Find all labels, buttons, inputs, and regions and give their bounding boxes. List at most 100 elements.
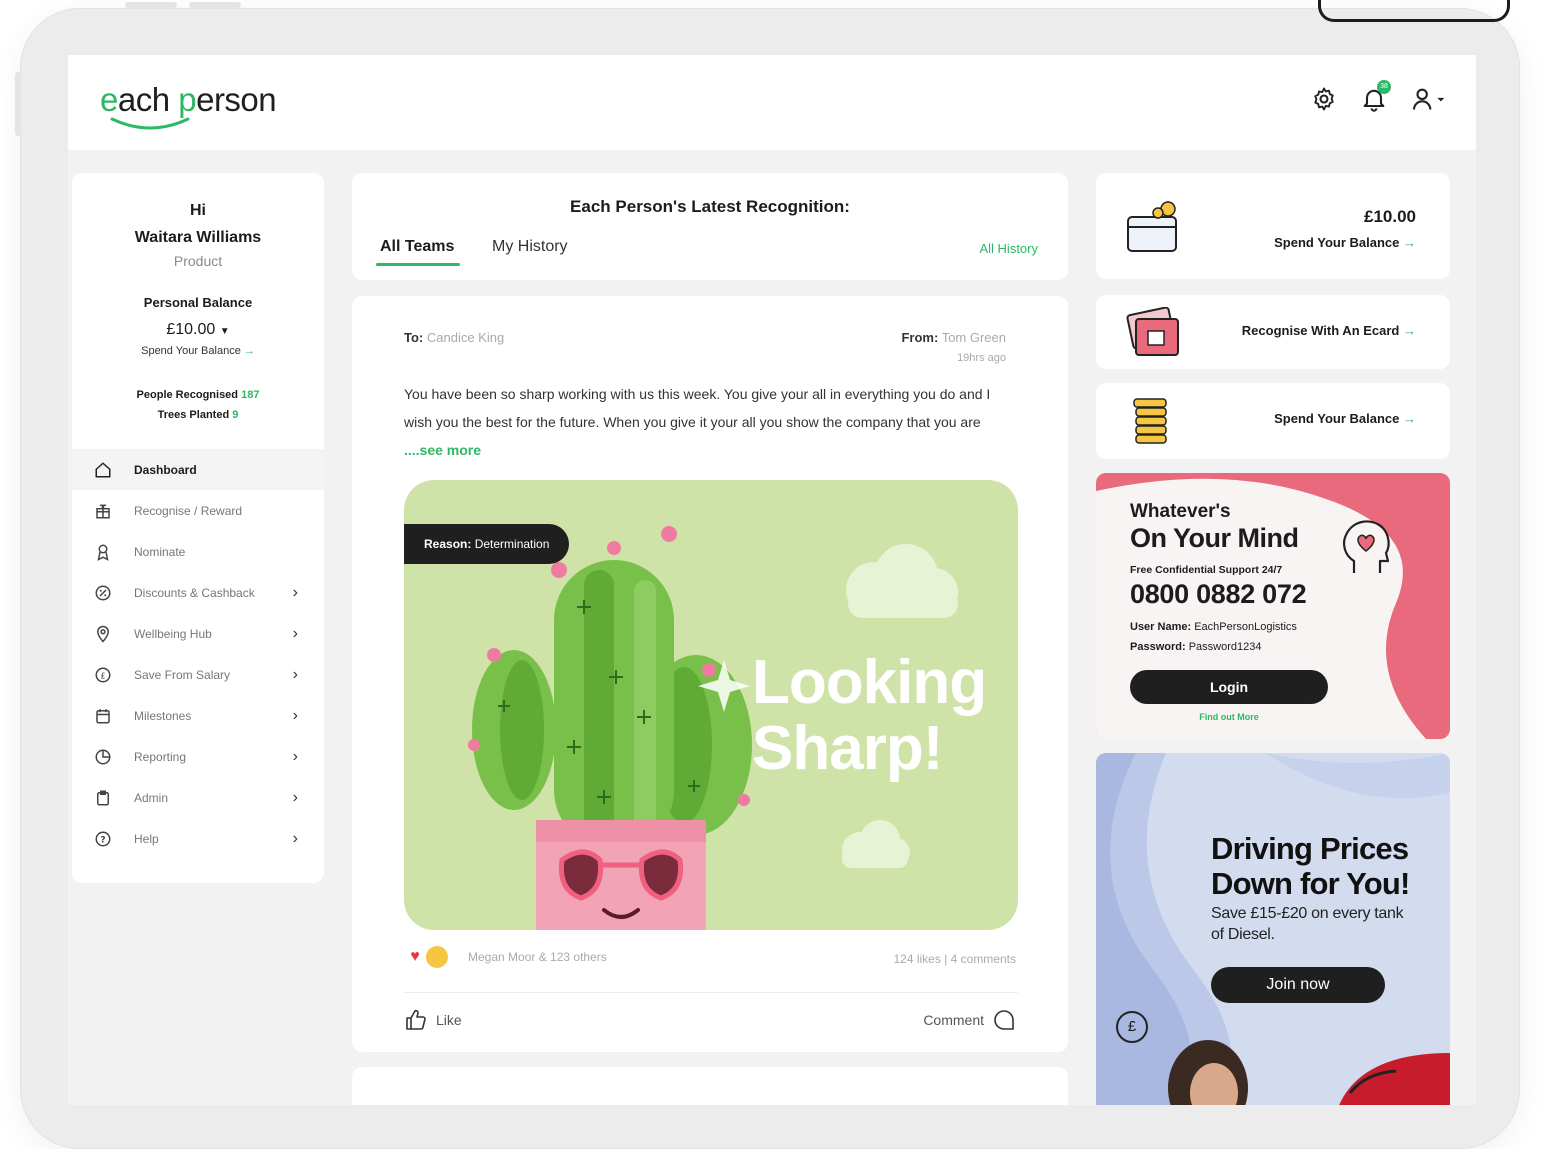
device-side-button <box>15 72 21 136</box>
balance-card[interactable]: £10.00 Spend Your Balance → <box>1096 173 1450 279</box>
wellbeing-login-button[interactable]: Login <box>1130 670 1328 704</box>
clipboard-icon <box>94 789 112 807</box>
logo-swoosh-icon <box>110 117 190 130</box>
reaction-names: Megan Moor & 123 others <box>468 950 607 964</box>
promo-title-line1: Driving Prices <box>1211 831 1409 866</box>
wellbeing-username: User Name: EachPersonLogistics <box>1130 621 1297 633</box>
like-button[interactable]: Like <box>404 1008 462 1032</box>
arrow-right-icon: → <box>1403 411 1416 426</box>
wellbeing-phone[interactable]: 0800 0882 072 <box>1130 579 1307 610</box>
svg-text:£: £ <box>100 670 105 680</box>
spend-balance-link-2[interactable]: Spend Your Balance → <box>1274 411 1416 426</box>
nav-item-reporting[interactable]: Reporting › <box>72 736 324 777</box>
nav-item-save-from-salary[interactable]: £ Save From Salary › <box>72 654 324 695</box>
chevron-right-icon: › <box>292 584 298 601</box>
trees-planted-value: 9 <box>232 409 239 421</box>
spend-balance-link[interactable]: Spend Your Balance → <box>1274 235 1416 250</box>
nav-label: Dashboard <box>134 462 197 477</box>
caret-down-icon: ▼ <box>219 326 230 337</box>
spend-balance-link[interactable]: Spend Your Balance → <box>72 345 324 357</box>
nav-item-admin[interactable]: Admin › <box>72 777 324 818</box>
nav-label: Milestones <box>134 708 192 723</box>
recognise-ecard-link[interactable]: Recognise With An Ecard → <box>1242 323 1416 338</box>
password-value: Password1234 <box>1188 641 1262 653</box>
settings-gear-icon[interactable] <box>1310 85 1338 113</box>
ecard-headline: Looking Sharp! <box>752 650 987 782</box>
profile-stats: People Recognised 187 Trees Planted 9 <box>72 385 324 425</box>
location-icon <box>94 625 112 643</box>
post-reactions[interactable]: ♥ Megan Moor & 123 others <box>404 946 607 968</box>
svg-text:?: ? <box>100 835 105 845</box>
chevron-right-icon: › <box>292 830 298 847</box>
help-icon: ? <box>94 830 112 848</box>
from-name[interactable]: Tom Green <box>942 330 1006 345</box>
feed-title: Each Person's Latest Recognition: <box>570 197 850 216</box>
nav-label: Reporting <box>134 749 187 764</box>
discount-icon <box>94 584 112 602</box>
tab-all-teams[interactable]: All Teams <box>380 238 454 256</box>
nav-label: Save From Salary <box>134 667 231 682</box>
ecard-card[interactable]: Recognise With An Ecard → <box>1096 295 1450 369</box>
pie-chart-icon <box>94 748 112 766</box>
comment-label: Comment <box>923 1012 984 1028</box>
logo[interactable]: each person <box>100 81 277 119</box>
promo-title: Driving Prices Down for You! <box>1211 831 1410 901</box>
spend-card[interactable]: Spend Your Balance → <box>1096 383 1450 459</box>
next-post-card <box>352 1067 1068 1105</box>
chevron-right-icon: › <box>292 666 298 683</box>
to-name[interactable]: Candice King <box>427 330 504 345</box>
nav-item-milestones[interactable]: Milestones › <box>72 695 324 736</box>
balance-amount-dropdown[interactable]: £10.00 ▼ <box>72 321 324 339</box>
nav-label: Nominate <box>134 544 186 559</box>
award-icon <box>94 543 112 561</box>
post-message: You have been so sharp working with us t… <box>404 380 1016 464</box>
spend-balance-label: Spend Your Balance <box>141 345 241 357</box>
chevron-right-icon: › <box>292 789 298 806</box>
nav-item-discounts-cashback[interactable]: Discounts & Cashback › <box>72 572 324 613</box>
top-bar: each person 38 <box>68 55 1476 150</box>
side-nav: Dashboard Recognise / Reward Nominate Di… <box>72 449 324 859</box>
nav-item-dashboard[interactable]: Dashboard <box>72 449 324 490</box>
from-label: From: <box>901 330 939 345</box>
nav-item-wellbeing-hub[interactable]: Wellbeing Hub › <box>72 613 324 654</box>
pound-icon: £ <box>94 666 112 684</box>
join-now-button[interactable]: Join now <box>1211 967 1385 1003</box>
logo-text-a: ach <box>117 81 179 118</box>
find-out-more-link[interactable]: Find out More <box>1130 712 1328 722</box>
username-value: EachPersonLogistics <box>1194 621 1297 633</box>
active-tab-indicator <box>376 263 460 266</box>
coin-stack-icon <box>1133 398 1167 444</box>
device-corner-shape <box>1318 0 1510 22</box>
smile-reaction-icon <box>426 946 448 968</box>
to-label: To: <box>404 330 424 345</box>
user-account-icon[interactable] <box>1410 85 1446 113</box>
comment-bubble-icon <box>994 1010 1014 1030</box>
balance-amount: £10.00 <box>1364 207 1416 226</box>
comment-button[interactable]: Comment <box>923 1008 1016 1032</box>
divider <box>404 992 1018 993</box>
recognise-ecard-label: Recognise With An Ecard <box>1241 323 1400 338</box>
wellbeing-line2: On Your Mind <box>1130 523 1299 553</box>
nav-item-help[interactable]: ? Help › <box>72 818 324 859</box>
user-name: Waitara Williams <box>134 229 262 246</box>
chevron-right-icon: › <box>292 748 298 765</box>
greeting-hi: Hi <box>190 202 206 219</box>
username-label: User Name: <box>1130 621 1192 633</box>
notification-bell-icon[interactable]: 38 <box>1360 80 1391 113</box>
promo-subtitle: Save £15-£20 on every tank of Diesel. <box>1211 905 1404 943</box>
greeting: Hi Waitara Williams <box>72 197 324 251</box>
device-top-button <box>189 2 241 8</box>
nav-label: Wellbeing Hub <box>134 626 212 641</box>
wellbeing-line1: Whatever's <box>1130 501 1231 522</box>
app-screen: each person 38 Hi Waitara Williams Produ… <box>68 55 1476 1105</box>
tab-my-history[interactable]: My History <box>492 238 568 256</box>
nav-item-nominate[interactable]: Nominate <box>72 531 324 572</box>
reaction-counts[interactable]: 124 likes | 4 comments <box>893 952 1016 966</box>
pound-coin-icon: £ <box>1116 1011 1148 1043</box>
see-more-link[interactable]: ....see more <box>404 442 481 458</box>
reason-label: Reason: <box>424 537 472 551</box>
home-icon <box>94 461 112 479</box>
all-history-link[interactable]: All History <box>979 241 1038 256</box>
heart-reaction-icon: ♥ <box>404 946 426 968</box>
nav-item-recognise-reward[interactable]: Recognise / Reward <box>72 490 324 531</box>
